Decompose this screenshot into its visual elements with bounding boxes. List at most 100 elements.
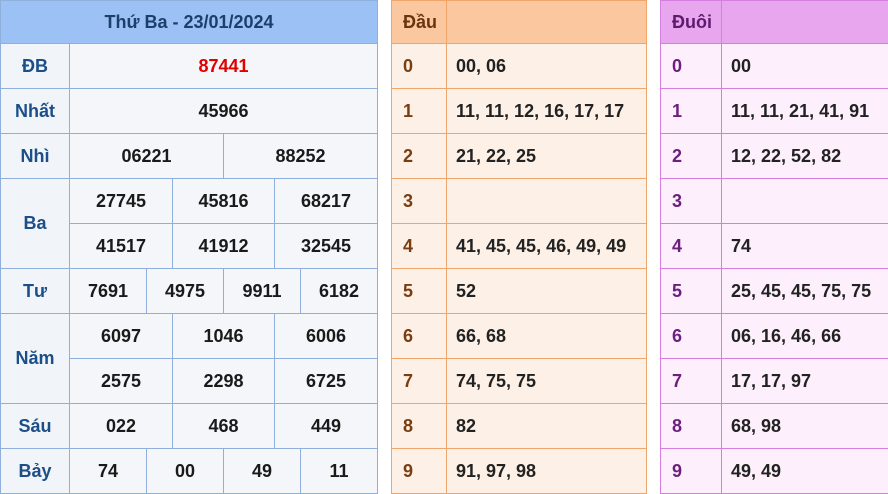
prize-value: 74 (70, 449, 147, 494)
prize-value: 468 (173, 404, 275, 449)
prize-label-third: Ba (1, 179, 70, 269)
table-row: 212, 22, 52, 82 (661, 134, 888, 179)
prize-value: 00 (147, 449, 224, 494)
prize-value: 6182 (301, 269, 378, 314)
tail-digit: 9 (661, 449, 722, 494)
prize-value: 41517 (70, 224, 173, 269)
prize-value: 88252 (224, 134, 378, 179)
tail-digit: 7 (661, 359, 722, 404)
head-values (447, 179, 647, 224)
prize-value: 7691 (70, 269, 147, 314)
tail-values: 06, 16, 46, 66 (722, 314, 888, 359)
tail-digit: 8 (661, 404, 722, 449)
prize-value: 2298 (173, 359, 275, 404)
head-digit: 5 (392, 269, 447, 314)
head-digit: 8 (392, 404, 447, 449)
table-row: 868, 98 (661, 404, 888, 449)
head-table-header-row: Đầu (392, 1, 647, 44)
table-row: 882 (392, 404, 647, 449)
tail-values: 11, 11, 21, 41, 91 (722, 89, 888, 134)
table-row: 666, 68 (392, 314, 647, 359)
table-row: 3 (661, 179, 888, 224)
prize-value: 6725 (275, 359, 378, 404)
table-row: 221, 22, 25 (392, 134, 647, 179)
tail-values (722, 179, 888, 224)
head-column-blank (447, 1, 647, 44)
results-header-row: Thứ Ba - 23/01/2024 (1, 1, 378, 44)
prize-value: 49 (224, 449, 301, 494)
tail-values: 12, 22, 52, 82 (722, 134, 888, 179)
table-row: 606, 16, 46, 66 (661, 314, 888, 359)
prize-value: 41912 (173, 224, 275, 269)
table-row: 111, 11, 21, 41, 91 (661, 89, 888, 134)
table-row: 474 (661, 224, 888, 269)
prize-label-fourth: Tư (1, 269, 70, 314)
tail-column-title: Đuôi (661, 1, 722, 44)
prize-value: 06221 (70, 134, 224, 179)
prize-label-first: Nhất (1, 89, 70, 134)
prize-label-special: ĐB (1, 44, 70, 89)
tail-values: 74 (722, 224, 888, 269)
head-digit: 0 (392, 44, 447, 89)
table-row: 441, 45, 45, 46, 49, 49 (392, 224, 647, 269)
results-date-header: Thứ Ba - 23/01/2024 (1, 1, 378, 44)
head-digit: 3 (392, 179, 447, 224)
results-table: Thứ Ba - 23/01/2024 ĐB 87441 Nhất 45966 … (0, 0, 378, 494)
head-digit-table: Đầu 000, 06 111, 11, 12, 16, 17, 17 221,… (391, 0, 647, 494)
head-values: 21, 22, 25 (447, 134, 647, 179)
prize-value: 45816 (173, 179, 275, 224)
tail-digit: 0 (661, 44, 722, 89)
head-digit: 2 (392, 134, 447, 179)
prize-value-special: 87441 (70, 44, 378, 89)
table-row: 717, 17, 97 (661, 359, 888, 404)
head-values: 82 (447, 404, 647, 449)
table-row: 3 (392, 179, 647, 224)
table-row: 991, 97, 98 (392, 449, 647, 494)
table-row: 525, 45, 45, 75, 75 (661, 269, 888, 314)
head-digit: 1 (392, 89, 447, 134)
tail-digit: 4 (661, 224, 722, 269)
table-row: 552 (392, 269, 647, 314)
table-row: Năm 6097 1046 6006 (1, 314, 378, 359)
head-values: 74, 75, 75 (447, 359, 647, 404)
prize-value: 9911 (224, 269, 301, 314)
prize-value: 68217 (275, 179, 378, 224)
prize-value: 1046 (173, 314, 275, 359)
head-digit: 4 (392, 224, 447, 269)
prize-value: 4975 (147, 269, 224, 314)
tail-values: 49, 49 (722, 449, 888, 494)
tail-digit: 2 (661, 134, 722, 179)
head-values: 52 (447, 269, 647, 314)
head-values: 41, 45, 45, 46, 49, 49 (447, 224, 647, 269)
prize-value-first: 45966 (70, 89, 378, 134)
tail-column-blank (722, 1, 888, 44)
head-values: 11, 11, 12, 16, 17, 17 (447, 89, 647, 134)
tail-digit-table: Đuôi 000 111, 11, 21, 41, 91 212, 22, 52… (660, 0, 888, 494)
table-row: Bảy 74 00 49 11 (1, 449, 378, 494)
head-values: 66, 68 (447, 314, 647, 359)
head-column-title: Đầu (392, 1, 447, 44)
table-row: 774, 75, 75 (392, 359, 647, 404)
table-row: ĐB 87441 (1, 44, 378, 89)
prize-label-sixth: Sáu (1, 404, 70, 449)
tail-values: 25, 45, 45, 75, 75 (722, 269, 888, 314)
tail-table-header-row: Đuôi (661, 1, 888, 44)
table-row: 111, 11, 12, 16, 17, 17 (392, 89, 647, 134)
prize-value: 11 (301, 449, 378, 494)
prize-value: 6097 (70, 314, 173, 359)
head-digit: 6 (392, 314, 447, 359)
prize-value: 6006 (275, 314, 378, 359)
prize-value: 2575 (70, 359, 173, 404)
prize-label-seventh: Bảy (1, 449, 70, 494)
tail-values: 00 (722, 44, 888, 89)
table-row: Tư 7691 4975 9911 6182 (1, 269, 378, 314)
head-values: 91, 97, 98 (447, 449, 647, 494)
tail-digit: 1 (661, 89, 722, 134)
prize-value: 449 (275, 404, 378, 449)
table-row: Sáu 022 468 449 (1, 404, 378, 449)
table-row: Nhì 06221 88252 (1, 134, 378, 179)
tail-digit: 3 (661, 179, 722, 224)
prize-label-fifth: Năm (1, 314, 70, 404)
tail-values: 68, 98 (722, 404, 888, 449)
prize-label-second: Nhì (1, 134, 70, 179)
